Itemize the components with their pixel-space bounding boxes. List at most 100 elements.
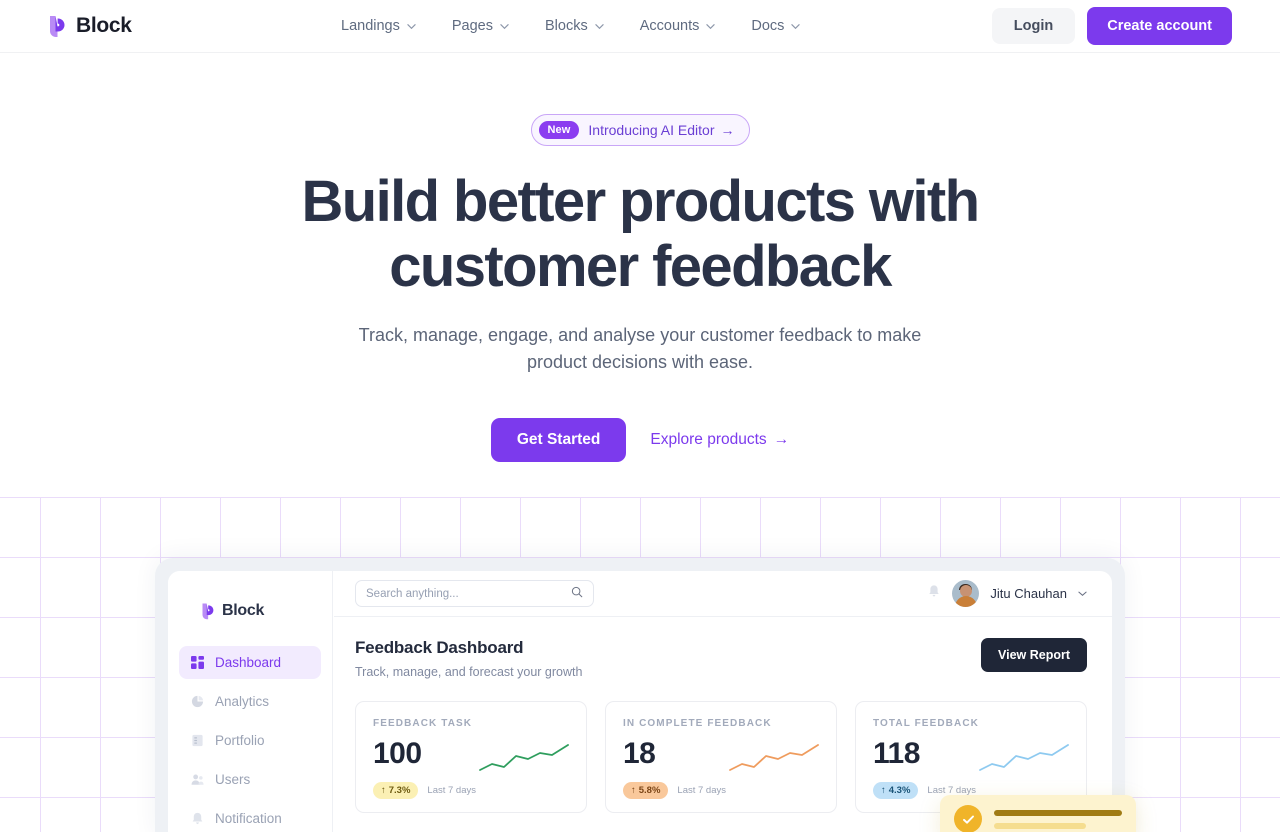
stat-cards: FEEDBACK TASK 100 ↑ 7.3% Last 7 days IN … <box>334 679 1112 813</box>
dashboard-topbar-right: Jitu Chauhan <box>927 580 1087 607</box>
nav-item-blocks[interactable]: Blocks <box>545 18 604 34</box>
sidebar-item-analytics[interactable]: Analytics <box>179 685 321 718</box>
stat-card-footer: ↑ 7.3% Last 7 days <box>373 782 569 799</box>
stat-card-delta: 5.8% <box>638 785 661 796</box>
dashboard-main: Jitu Chauhan Feedback Dashboard Track, m… <box>334 571 1112 832</box>
trend-up-icon: ↑ <box>881 785 886 796</box>
hero-subtitle: Track, manage, engage, and analyse your … <box>358 324 922 373</box>
status-badge: ↑ 4.3% <box>873 782 919 799</box>
chevron-down-icon <box>791 22 801 31</box>
sidebar-item-notification-label: Notification <box>215 811 282 826</box>
sparkline-chart <box>478 743 570 775</box>
pie-chart-icon <box>191 695 204 708</box>
nav-item-pages[interactable]: Pages <box>452 18 509 34</box>
explore-products-link[interactable]: Explore products → <box>650 431 789 449</box>
get-started-button[interactable]: Get Started <box>490 417 627 462</box>
dashboard-preview-frame: Block Dashboard Analytics Portfolio User… <box>155 558 1125 832</box>
dashboard-topbar: Jitu Chauhan <box>334 571 1112 617</box>
dashboard-sidebar-menu: Dashboard Analytics Portfolio Users Noti… <box>168 646 332 832</box>
create-account-button[interactable]: Create account <box>1087 7 1232 45</box>
sidebar-item-notification[interactable]: Notification <box>179 802 321 832</box>
dashboard-brand-name: Block <box>222 602 265 619</box>
briefcase-icon <box>191 734 204 747</box>
search-icon[interactable] <box>571 585 583 603</box>
sidebar-item-portfolio[interactable]: Portfolio <box>179 724 321 757</box>
dashboard-sidebar: Block Dashboard Analytics Portfolio User… <box>168 571 333 832</box>
stat-card-delta: 4.3% <box>888 785 911 796</box>
arrow-right-icon: → <box>773 430 790 448</box>
toast-bar-secondary <box>994 822 1087 829</box>
stat-card-feedback-task[interactable]: FEEDBACK TASK 100 ↑ 7.3% Last 7 days <box>355 701 587 813</box>
landing-page: Block Landings Pages Blocks Accounts Doc… <box>0 0 1280 832</box>
trend-up-icon: ↑ <box>631 785 636 796</box>
announcement-pill[interactable]: New Introducing AI Editor → <box>530 114 750 146</box>
block-logo-icon <box>48 14 68 38</box>
sidebar-item-analytics-label: Analytics <box>215 694 270 709</box>
sidebar-item-users[interactable]: Users <box>179 763 321 796</box>
chevron-down-icon <box>500 22 509 31</box>
brand-logo[interactable]: Block <box>48 14 132 38</box>
search-input[interactable] <box>366 587 571 600</box>
announcement-text: Introducing AI Editor <box>588 122 715 138</box>
view-report-button[interactable]: View Report <box>980 638 1087 672</box>
explore-products-label: Explore products <box>650 430 767 448</box>
status-badge: ↑ 5.8% <box>623 782 669 799</box>
dashboard-subtitle: Track, manage, and forecast your growth <box>355 665 583 679</box>
notification-toast[interactable] <box>940 795 1136 832</box>
stat-card-period: Last 7 days <box>427 785 476 796</box>
status-badge: ↑ 7.3% <box>373 782 419 799</box>
bell-icon <box>191 812 204 825</box>
nav-item-landings-label: Landings <box>341 18 400 34</box>
brand-name: Block <box>76 14 132 37</box>
hero-cta-row: Get Started Explore products → <box>0 417 1280 462</box>
grid-icon <box>191 656 204 669</box>
sidebar-item-dashboard[interactable]: Dashboard <box>179 646 321 679</box>
sparkline-chart <box>978 743 1070 775</box>
sidebar-item-users-label: Users <box>215 772 251 787</box>
sidebar-item-dashboard-label: Dashboard <box>215 655 282 670</box>
headline-line-1: Build better products with <box>301 169 981 234</box>
stat-card-footer: ↑ 5.8% Last 7 days <box>623 782 819 799</box>
user-name[interactable]: Jitu Chauhan <box>990 586 1067 601</box>
trend-up-icon: ↑ <box>381 785 386 796</box>
nav-item-pages-label: Pages <box>451 18 493 34</box>
top-navbar: Block Landings Pages Blocks Accounts Doc… <box>0 0 1280 53</box>
block-logo-icon <box>201 602 216 620</box>
bell-icon[interactable] <box>927 584 941 603</box>
avatar[interactable] <box>952 580 980 607</box>
nav-item-accounts[interactable]: Accounts <box>640 18 716 34</box>
stat-card-period: Last 7 days <box>677 785 726 796</box>
users-icon <box>191 773 204 786</box>
toast-bar-primary <box>994 809 1122 816</box>
page-title: Build better products with customer feed… <box>0 169 1280 300</box>
sparkline-chart <box>728 743 820 775</box>
chevron-down-icon <box>595 22 604 31</box>
sidebar-item-portfolio-label: Portfolio <box>215 733 265 748</box>
nav-item-landings[interactable]: Landings <box>341 18 416 34</box>
chevron-down-icon <box>706 22 716 31</box>
headline-line-2: customer feedback <box>389 233 892 299</box>
nav-item-docs[interactable]: Docs <box>751 18 801 34</box>
chevron-down-icon <box>407 22 416 31</box>
hero-section: New Introducing AI Editor → Build better… <box>0 53 1280 462</box>
search-box[interactable] <box>355 580 594 607</box>
nav-item-docs-label: Docs <box>751 18 785 34</box>
stat-card-label: IN COMPLETE FEEDBACK <box>623 718 772 729</box>
dashboard-title: Feedback Dashboard <box>355 638 524 657</box>
arrow-right-icon: → <box>720 122 735 138</box>
stat-card-incomplete-feedback[interactable]: IN COMPLETE FEEDBACK 18 ↑ 5.8% Last 7 da… <box>605 701 837 813</box>
dashboard-header-text: Feedback Dashboard Track, manage, and fo… <box>355 638 582 679</box>
avatar-body <box>954 596 977 607</box>
nav-item-accounts-label: Accounts <box>639 18 700 34</box>
dashboard-brand[interactable]: Block <box>201 602 332 620</box>
toast-placeholder-bars <box>994 809 1122 829</box>
nav-links: Landings Pages Blocks Accounts Docs <box>341 18 801 34</box>
stat-card-label: TOTAL FEEDBACK <box>873 718 979 729</box>
login-button[interactable]: Login <box>991 8 1076 44</box>
stat-card-delta: 7.3% <box>388 785 411 796</box>
dashboard-header: Feedback Dashboard Track, manage, and fo… <box>334 617 1112 679</box>
new-badge: New <box>538 121 580 139</box>
stat-card-label: FEEDBACK TASK <box>373 718 473 729</box>
nav-item-blocks-label: Blocks <box>544 18 588 34</box>
chevron-down-icon[interactable] <box>1078 589 1087 598</box>
